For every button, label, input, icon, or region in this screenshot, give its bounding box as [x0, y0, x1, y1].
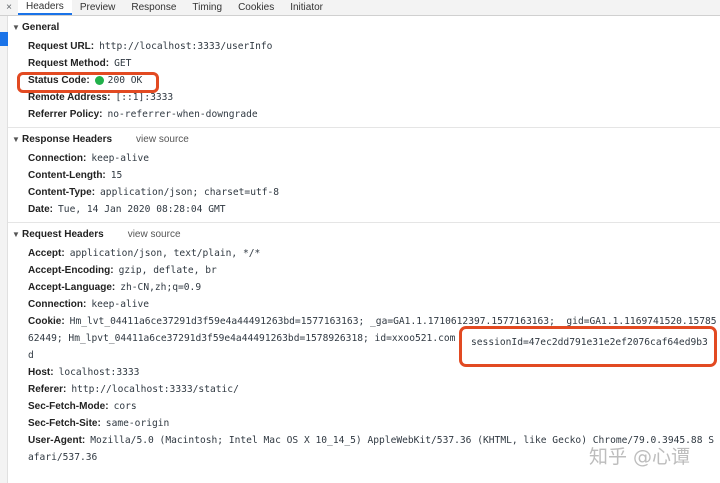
- sec-fetch-mode-row: Sec-Fetch-Mode: cors: [8, 398, 720, 415]
- expand-triangle-icon: ▼: [12, 229, 20, 239]
- expand-triangle-icon: ▼: [12, 134, 20, 144]
- remote-address-key: Remote Address:: [28, 92, 111, 103]
- response-headers-section: ▼ Response Headers view source Connectio…: [8, 128, 720, 223]
- request-list-edge: [0, 16, 8, 483]
- accept-value: application/json, text/plain, */*: [69, 248, 261, 259]
- referrer-policy-key: Referrer Policy:: [28, 109, 103, 120]
- status-code-highlight: [17, 72, 159, 93]
- cookie-key: Cookie:: [28, 316, 65, 327]
- response-headers-header[interactable]: ▼ Response Headers view source: [8, 128, 720, 150]
- tab-initiator[interactable]: Initiator: [282, 0, 331, 15]
- header-row: Date: Tue, 14 Jan 2020 08:28:04 GMT: [8, 201, 720, 218]
- request-method-value: GET: [114, 58, 132, 69]
- header-value: Tue, 14 Jan 2020 08:28:04 GMT: [58, 204, 226, 215]
- accept-encoding-value: gzip, deflate, br: [118, 265, 217, 276]
- header-row: Connection: keep-alive: [8, 150, 720, 167]
- sec-fetch-mode-value: cors: [113, 401, 137, 412]
- session-id-value: sessionId=47ec2dd791e31e2ef2076caf64ed9b…: [471, 337, 708, 348]
- header-row: Content-Type: application/json; charset=…: [8, 184, 720, 201]
- header-key: Date:: [28, 204, 54, 215]
- selected-request-marker: [0, 32, 8, 46]
- remote-address-value: [::1]:3333: [115, 92, 174, 103]
- header-value: keep-alive: [91, 153, 150, 164]
- request-url-row: Request URL: http://localhost:3333/userI…: [8, 38, 720, 55]
- general-section-header[interactable]: ▼ General: [8, 16, 720, 38]
- accept-language-key: Accept-Language:: [28, 282, 116, 293]
- accept-encoding-key: Accept-Encoding:: [28, 265, 114, 276]
- header-key: Connection:: [28, 153, 87, 164]
- host-key: Host:: [28, 367, 54, 378]
- host-value: localhost:3333: [58, 367, 140, 378]
- user-agent-value-line2: afari/537.36: [28, 452, 98, 463]
- referer-value: http://localhost:3333/static/: [71, 384, 239, 395]
- header-row: Content-Length: 15: [8, 167, 720, 184]
- accept-language-value: zh-CN,zh;q=0.9: [120, 282, 202, 293]
- header-value: application/json; charset=utf-8: [100, 187, 280, 198]
- accept-key: Accept:: [28, 248, 65, 259]
- view-source-link[interactable]: view source: [128, 229, 181, 240]
- request-url-key: Request URL:: [28, 41, 95, 52]
- cookie-value-line3: d: [28, 350, 34, 361]
- connection-key: Connection:: [28, 299, 87, 310]
- sec-fetch-mode-key: Sec-Fetch-Mode:: [28, 401, 109, 412]
- user-agent-key: User-Agent:: [28, 435, 86, 446]
- connection-row: Connection: keep-alive: [8, 296, 720, 313]
- request-url-value: http://localhost:3333/userInfo: [99, 41, 273, 52]
- tab-response[interactable]: Response: [123, 0, 184, 15]
- tab-preview[interactable]: Preview: [72, 0, 124, 15]
- session-id-highlight: sessionId=47ec2dd791e31e2ef2076caf64ed9b…: [459, 326, 717, 367]
- response-headers-title: Response Headers: [22, 133, 113, 145]
- request-headers-header[interactable]: ▼ Request Headers view source: [8, 223, 720, 245]
- view-source-link[interactable]: view source: [136, 134, 189, 145]
- sec-fetch-site-value: same-origin: [105, 418, 170, 429]
- referer-key: Referer:: [28, 384, 67, 395]
- header-key: Content-Length:: [28, 170, 106, 181]
- watermark: 知乎 @心谭: [589, 446, 691, 468]
- header-value: 15: [110, 170, 123, 181]
- referer-row: Referer: http://localhost:3333/static/: [8, 381, 720, 398]
- general-title: General: [22, 21, 60, 33]
- request-method-row: Request Method: GET: [8, 55, 720, 72]
- sec-fetch-site-key: Sec-Fetch-Site:: [28, 418, 101, 429]
- tab-timing[interactable]: Timing: [184, 0, 230, 15]
- devtools-tabbar: × Headers Preview Response Timing Cookie…: [0, 0, 720, 16]
- referrer-policy-row: Referrer Policy: no-referrer-when-downgr…: [8, 106, 720, 123]
- cookie-value-line2: 62449; Hm_lpvt_04411a6ce37291d3f59e4a444…: [28, 333, 456, 344]
- request-method-key: Request Method:: [28, 58, 110, 69]
- expand-triangle-icon: ▼: [12, 22, 20, 32]
- accept-language-row: Accept-Language: zh-CN,zh;q=0.9: [8, 279, 720, 296]
- accept-encoding-row: Accept-Encoding: gzip, deflate, br: [8, 262, 720, 279]
- tab-cookies[interactable]: Cookies: [230, 0, 282, 15]
- tab-headers[interactable]: Headers: [18, 0, 72, 15]
- accept-row: Accept: application/json, text/plain, */…: [8, 245, 720, 262]
- header-key: Content-Type:: [28, 187, 96, 198]
- sec-fetch-site-row: Sec-Fetch-Site: same-origin: [8, 415, 720, 432]
- request-headers-title: Request Headers: [22, 228, 104, 240]
- close-icon[interactable]: ×: [0, 0, 18, 15]
- referrer-policy-value: no-referrer-when-downgrade: [107, 109, 258, 120]
- connection-value: keep-alive: [91, 299, 150, 310]
